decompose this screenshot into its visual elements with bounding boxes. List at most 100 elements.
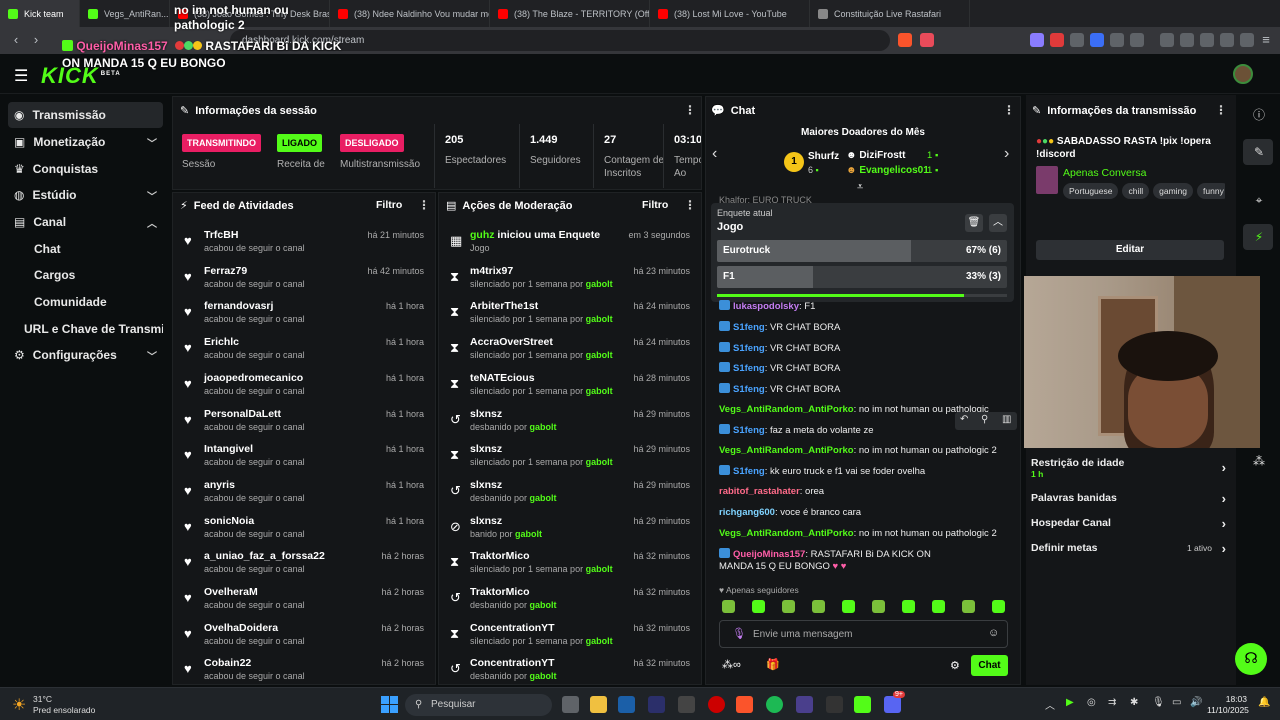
emote-icon[interactable] <box>872 600 885 613</box>
brave-shield-icon[interactable] <box>898 33 912 47</box>
nodes-icon[interactable]: ⁂ <box>1250 452 1268 470</box>
emote-icon[interactable] <box>932 600 945 613</box>
chat-message[interactable]: richgang600: voce é branco cara <box>719 507 861 518</box>
trash-icon[interactable]: 🗑 <box>965 214 983 232</box>
chat-username[interactable]: lukaspodolsky <box>733 301 799 312</box>
moderation-item[interactable]: ↺ TraktorMico desbanido por gabolt há 32 mi… <box>438 582 698 617</box>
extension-icon[interactable] <box>1130 33 1144 47</box>
moderation-item[interactable]: ▦ guhz iniciou uma Enquete Jogo em 3 segund… <box>438 225 698 260</box>
emoji-icon[interactable]: ☺ <box>988 627 999 639</box>
activity-item[interactable]: ♥ anyris acabou de seguir o canal há 1 hora <box>172 475 432 510</box>
emote-icon[interactable] <box>752 600 765 613</box>
browser-tab[interactable]: Vegs_AntiRan... <box>80 0 170 27</box>
network-icon[interactable]: ▭ <box>1172 697 1181 708</box>
obs-icon[interactable] <box>678 696 695 713</box>
opera-icon[interactable] <box>708 696 725 713</box>
support-icon[interactable]: ☊ <box>1235 643 1267 675</box>
volume-icon[interactable]: 🔊 <box>1190 697 1202 708</box>
tray-app-icon[interactable]: ◎ <box>1087 697 1096 708</box>
chat-message[interactable]: S1feng: faz a meta do volante ze <box>719 424 873 436</box>
moderation-item[interactable]: ↺ slxnsz desbanido por gabolt há 29 minutos <box>438 475 698 510</box>
chat-username[interactable]: Vegs_AntiRandom_AntiPorko <box>719 404 854 415</box>
chat-message[interactable]: S1feng: VR CHAT BORA <box>719 342 840 354</box>
notification-icon[interactable]: 🔔 <box>1258 697 1270 708</box>
chevron-up-icon[interactable]: ︿ <box>989 214 1007 232</box>
poll-option[interactable]: F1 33% (3) <box>717 266 1007 288</box>
chat-message[interactable]: Vegs_AntiRandom_AntiPorko: no im not hum… <box>719 528 997 539</box>
sidebar-item-chat[interactable]: Chat <box>8 236 163 262</box>
chat-username[interactable]: Vegs_AntiRandom_AntiPorko <box>719 445 854 456</box>
chevron-right-icon[interactable]: › <box>1004 145 1009 163</box>
activity-item[interactable]: ♥ Erichlc acabou de seguir o canal há 1 hor… <box>172 332 432 367</box>
activity-item[interactable]: ♥ Intangivel acabou de seguir o canal há 1 … <box>172 439 432 474</box>
clock[interactable]: 18:03 11/10/2025 <box>1207 694 1249 716</box>
emote-icon[interactable] <box>722 600 735 613</box>
moderation-item[interactable]: ⧗ m4trix97 silenciado por 1 semana por gab… <box>438 261 698 296</box>
menu-icon[interactable]: ≡ <box>1258 32 1274 48</box>
sidebar-item-canal[interactable]: ▤ Canal ︿ <box>8 209 163 235</box>
extension-icon[interactable] <box>1070 33 1084 47</box>
back-icon[interactable]: ‹ <box>8 32 24 48</box>
activity-item[interactable]: ♥ OvelhaDoidera acabou de seguir o canal há… <box>172 618 432 653</box>
kebab-icon[interactable]: ⋮ <box>684 103 696 117</box>
brave-icon[interactable] <box>736 696 753 713</box>
sidebar-item-configuracoes[interactable]: ⚙ Configurações ﹀ <box>8 342 163 368</box>
discord-icon[interactable] <box>884 696 901 713</box>
emote-icon[interactable] <box>842 600 855 613</box>
sidebar-toggle-icon[interactable] <box>1180 33 1194 47</box>
chat-message[interactable]: rabitof_rastahater: orea <box>719 486 824 497</box>
tag-chip[interactable]: gaming <box>1153 183 1194 199</box>
emote-icon[interactable] <box>782 600 795 613</box>
emote-icon[interactable] <box>902 600 915 613</box>
avatar[interactable] <box>1233 64 1253 84</box>
activity-filter-button[interactable]: Filtro <box>376 199 402 211</box>
wallet-icon[interactable] <box>1200 33 1214 47</box>
settings-row[interactable]: Hospedar Canal › <box>1031 516 1226 531</box>
poll-option[interactable]: Eurotruck 67% (6) <box>717 240 1007 262</box>
settings-row[interactable]: Definir metas 1 ativo › <box>1031 541 1226 556</box>
emote-icon[interactable] <box>812 600 825 613</box>
sidebar-item-conquistas[interactable]: ♛ Conquistas <box>8 156 163 182</box>
collapse-icon[interactable]: ⩡ <box>857 181 863 194</box>
app-icon[interactable] <box>648 696 665 713</box>
emote-icon[interactable] <box>992 600 1005 613</box>
rewards-icon[interactable] <box>920 33 934 47</box>
moderation-item[interactable]: ⧗ TraktorMico silenciado por 1 semana por … <box>438 546 698 581</box>
chat-message[interactable]: lukaspodolsky: F1 <box>719 300 815 312</box>
shield-icon[interactable] <box>1240 33 1254 47</box>
kebab-icon[interactable]: ⋮ <box>684 198 696 212</box>
activity-item[interactable]: ♥ PersonalDaLett acabou de seguir o canal h… <box>172 404 432 439</box>
sidebar-item-comunidade[interactable]: Comunidade <box>8 289 163 315</box>
browser-tab[interactable]: Constituição Live Rastafari <box>810 0 970 27</box>
chat-username[interactable]: S1feng <box>733 322 765 333</box>
info-icon[interactable]: ⓘ <box>1250 106 1268 124</box>
app-icon[interactable] <box>796 696 813 713</box>
activity-item[interactable]: ♥ a_uniao_faz_a_forssa22 acabou de seguir … <box>172 546 432 581</box>
pin-icon[interactable]: ⚲ <box>981 414 988 425</box>
browser-tab[interactable]: (38) Lost Mi Love - YouTube <box>650 0 810 27</box>
moderation-item[interactable]: ⧗ teNATEcious silenciado por 1 semana por … <box>438 368 698 403</box>
chat-message[interactable]: QueijoMinas157: RASTAFARI Bi DA KICK ON <box>719 548 931 560</box>
extension-icon[interactable] <box>1090 33 1104 47</box>
emote-icon[interactable] <box>962 600 975 613</box>
moderation-item[interactable]: ⧗ ArbiterThe1st silenciado por 1 semana po… <box>438 296 698 331</box>
activity-item[interactable]: ♥ fernandovasrj acabou de seguir o canal há… <box>172 296 432 331</box>
category-name[interactable]: Apenas Conversa <box>1063 167 1146 179</box>
send-chat-button[interactable]: Chat <box>971 655 1008 676</box>
tray-app-icon[interactable]: ⇉ <box>1108 697 1116 708</box>
chat-message[interactable]: Vegs_AntiRandom_AntiPorko: no im not hum… <box>719 445 997 456</box>
chat-message[interactable]: S1feng: VR CHAT BORA <box>719 383 840 395</box>
trash-icon[interactable]: ▥ <box>1002 414 1011 425</box>
settings-row[interactable]: Palavras banidas › <box>1031 491 1226 506</box>
file-explorer-icon[interactable] <box>590 696 607 713</box>
focus-icon[interactable]: ⌖ <box>1250 191 1268 209</box>
task-view-icon[interactable] <box>562 696 579 713</box>
activity-item[interactable]: ♥ Cobain22 acabou de seguir o canal há 2 ho… <box>172 653 432 685</box>
sidebar-item-estudio[interactable]: ◍ Estúdio ﹀ <box>8 182 163 208</box>
activity-item[interactable]: ♥ joaopedromecanico acabou de seguir o can… <box>172 368 432 403</box>
taskbar-search[interactable]: ⚲ Pesquisar <box>405 694 552 716</box>
chat-username[interactable]: S1feng <box>733 466 765 477</box>
extension-icon[interactable] <box>1030 33 1044 47</box>
moderation-filter-button[interactable]: Filtro <box>642 199 668 211</box>
browser-tab[interactable]: (38) Ndee Naldinho Vou mudar me <box>330 0 490 27</box>
